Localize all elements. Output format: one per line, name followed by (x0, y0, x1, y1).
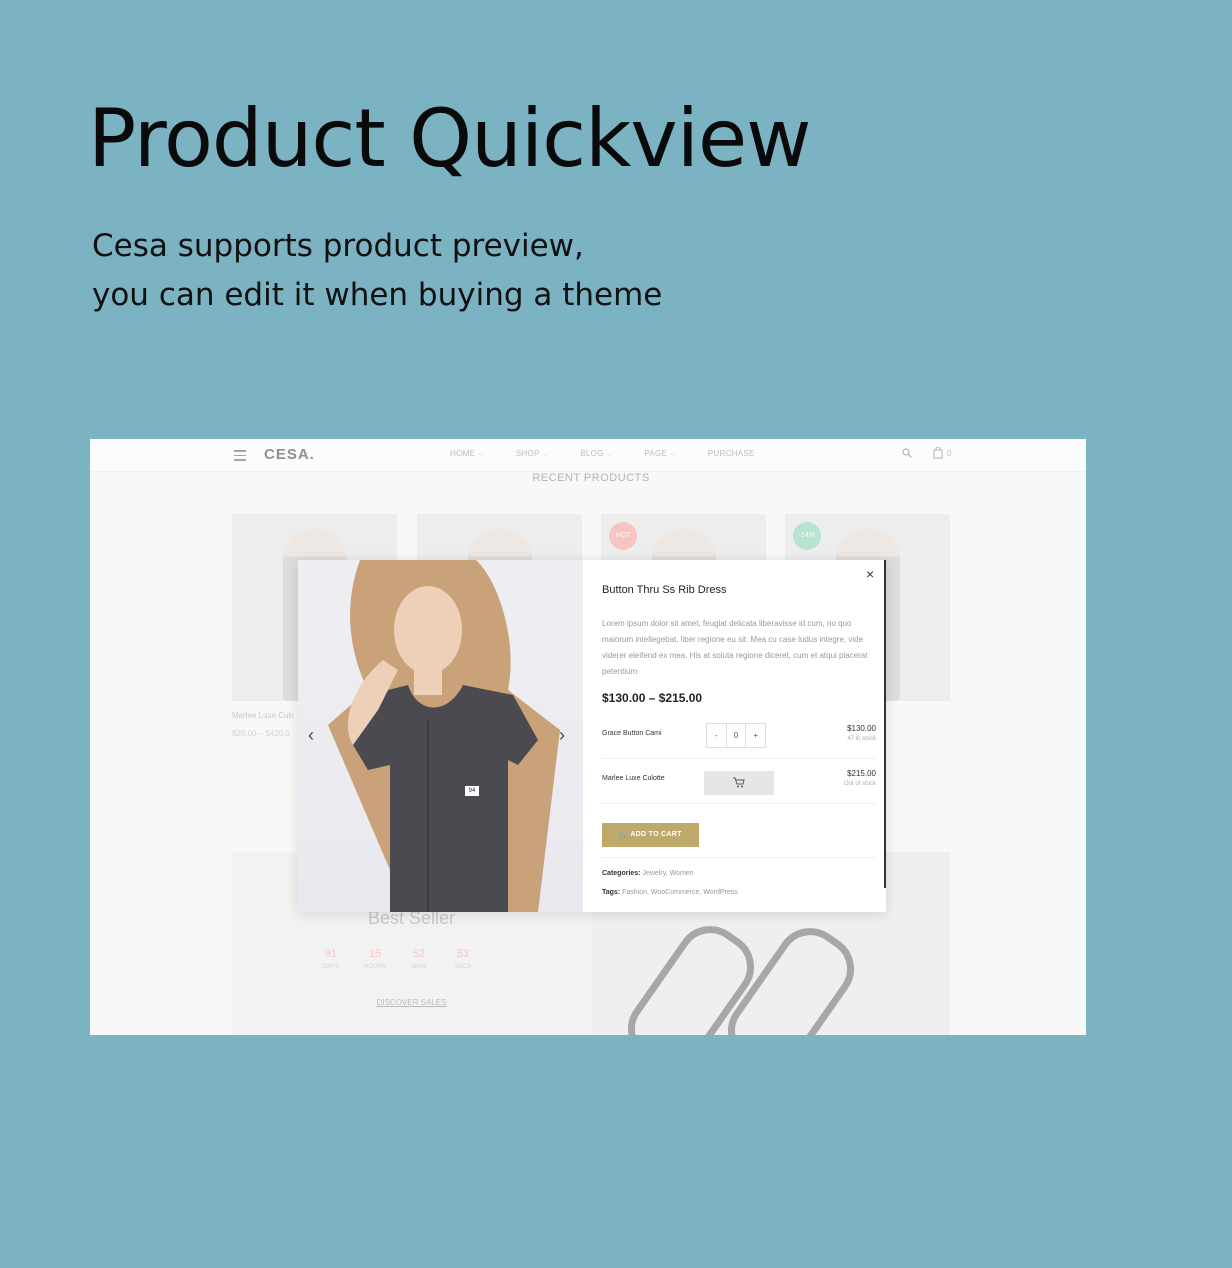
previous-image-arrow[interactable]: ‹ (308, 725, 314, 746)
product-image: ‹ › 94 (298, 560, 583, 912)
model-photo (328, 560, 560, 912)
close-icon[interactable]: × (866, 566, 874, 582)
hero-subtitle-line-1: Cesa supports product preview, (92, 228, 584, 264)
hero-subtitle-line-2: you can edit it when buying a theme (92, 277, 663, 313)
categories-links[interactable]: Jewelry, Women (642, 870, 693, 877)
increment-button[interactable]: + (746, 724, 765, 747)
grouped-item-row: Grace Button Cami - 0 + $130.00 47 in st… (602, 718, 876, 759)
item-name[interactable]: Marlee Luxe Culotte (602, 775, 665, 782)
item-name[interactable]: Grace Button Cami (602, 730, 662, 737)
next-image-arrow[interactable]: › (559, 725, 565, 746)
product-details: × Button Thru Ss Rib Dress Lorem ipsum d… (602, 560, 876, 912)
modal-scrollbar[interactable] (884, 560, 886, 888)
product-categories: Categories: Jewelry, Women (602, 870, 694, 877)
quantity-input[interactable]: 0 (727, 724, 747, 747)
item-stock: 47 in stock (847, 736, 876, 742)
product-title: Button Thru Ss Rib Dress (602, 584, 727, 596)
decrement-button[interactable]: - (707, 724, 727, 747)
divider (602, 857, 876, 858)
product-description: Lorem ipsum dolor sit amet, feugiat deli… (602, 619, 868, 676)
hero-title: Product Quickview (88, 92, 812, 185)
item-price: $130.00 (847, 724, 876, 733)
quantity-stepper: - 0 + (706, 723, 766, 748)
item-price: $215.00 (847, 769, 876, 778)
product-price-range: $130.00 – $215.00 (602, 691, 703, 705)
item-stock: Out of stock (843, 781, 876, 787)
store-screenshot: CESA. HOME ⌵ SHOP ⌵ BLOG ⌵ PAGE ⌵ PURCHASE 0… (90, 439, 1086, 1035)
add-to-cart-label: ADD TO CART (630, 831, 682, 838)
quickview-modal: ‹ › 94 × Button Thru Ss Rib Dress Lorem … (298, 560, 886, 912)
add-to-cart-button[interactable]: 🛒 ADD TO CART (602, 823, 699, 847)
cart-icon: 🛒 (619, 831, 629, 838)
hero-subtitle: Cesa supports product preview, you can e… (92, 222, 792, 320)
grouped-item-row: Marlee Luxe Culotte $215.00 Out of stock (602, 763, 876, 804)
garment-tag: 94 (465, 786, 479, 796)
view-item-button[interactable] (704, 771, 774, 795)
product-tags: Tags: Fashion, WooCommerce, WordPress (602, 889, 738, 896)
tags-links[interactable]: Fashion, WooCommerce, WordPress (622, 889, 738, 896)
cart-icon (733, 777, 745, 788)
